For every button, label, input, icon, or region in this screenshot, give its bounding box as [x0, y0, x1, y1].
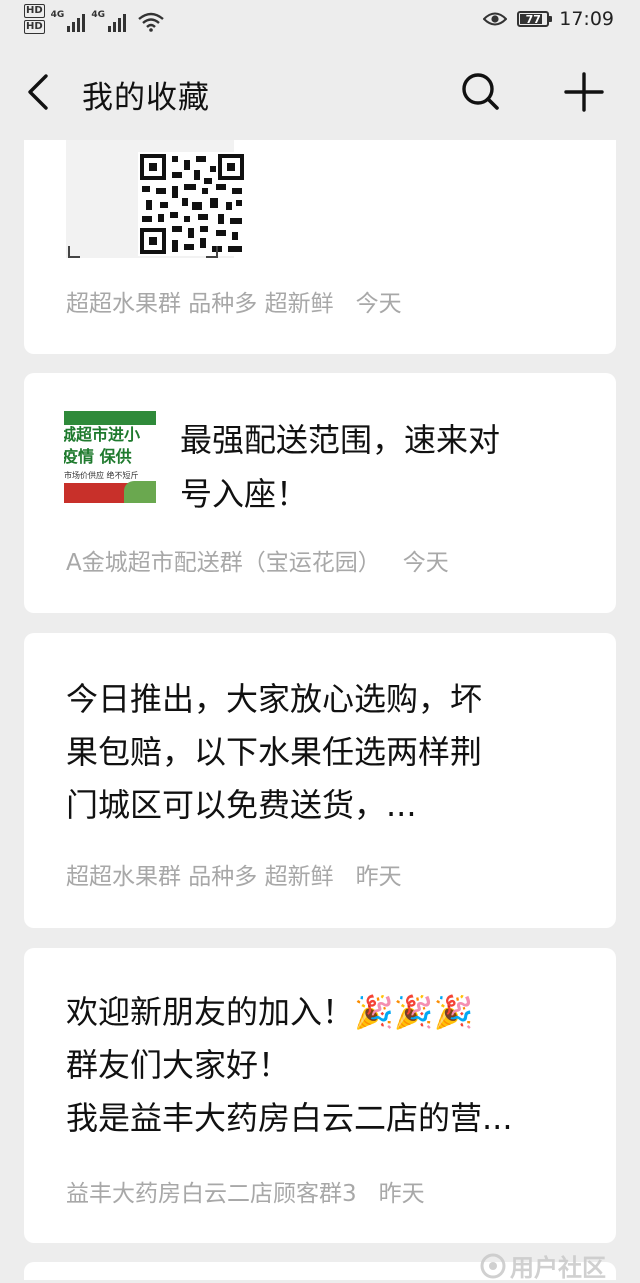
favorite-item-link[interactable]: 城超市进小 疫情 保供 市场价供应 绝不短斤 最强配送范围，速来对 号入座！ A…	[24, 373, 616, 613]
favorite-meta: 超超水果群 品种多 超新鲜 今天	[66, 284, 402, 318]
watermark-text: 用户社区	[510, 1254, 606, 1282]
search-button[interactable]	[456, 68, 504, 116]
search-icon	[462, 73, 499, 110]
favorite-text: 今日推出，大家放心选购，坏 果包赔，以下水果任选两样荆 门城区可以免费送货，..…	[66, 673, 596, 832]
eye-icon	[483, 12, 508, 26]
battery-level: 77	[525, 12, 541, 26]
source-label: 超超水果群 品种多 超新鲜	[66, 291, 334, 317]
watermark: 用户社区	[480, 1248, 606, 1283]
link-title: 最强配送范围，速来对 号入座！	[180, 413, 580, 521]
clock: 17:09	[559, 8, 614, 30]
battery-icon: 77	[517, 11, 553, 27]
wifi-icon	[138, 12, 164, 32]
qr-code-icon	[138, 152, 246, 256]
source-label: 超超水果群 品种多 超新鲜	[66, 864, 334, 890]
add-button[interactable]	[562, 70, 606, 114]
qr-frame-corner	[206, 246, 218, 258]
status-bar-left: HD HD 4G 4G	[24, 4, 164, 34]
page-title: 我的收藏	[82, 80, 210, 116]
source-label: 益丰大药房白云二店顾客群3	[66, 1181, 357, 1207]
link-title-line: 号入座！	[180, 475, 309, 513]
favorite-text: 欢迎新朋友的加入！🎉🎉🎉 群友们大家好！ 我是益丰大药房白云二店的营...	[66, 986, 596, 1145]
time-label: 昨天	[378, 1181, 425, 1207]
thumb-headline-2: 疫情 保供	[64, 447, 132, 466]
favorite-meta: 益丰大药房白云二店顾客群3 昨天	[66, 1174, 425, 1208]
favorite-item-image[interactable]: 超超水果群 品种多 超新鲜 今天	[24, 140, 616, 354]
thumb-headline-1: 城超市进小	[64, 425, 141, 444]
source-label: A金城超市配送群（宝运花园）	[66, 550, 381, 576]
text-line: 果包赔，以下水果任选两样荆	[66, 733, 483, 771]
hd-indicators: HD HD	[24, 4, 45, 34]
network-type-label: 4G	[50, 10, 65, 20]
favorite-meta: A金城超市配送群（宝运花园） 今天	[66, 543, 449, 577]
text-line: 门城区可以免费送货，...	[66, 786, 417, 824]
text-line: 今日推出，大家放心选购，坏	[66, 680, 483, 718]
nav-header: 我的收藏	[0, 44, 640, 140]
qr-image-thumbnail	[66, 140, 246, 258]
favorite-meta: 超超水果群 品种多 超新鲜 昨天	[66, 857, 402, 891]
status-bar-right: 77 17:09	[483, 8, 614, 30]
hd-badge-1: HD	[24, 4, 45, 18]
hd-badge-2: HD	[24, 20, 45, 34]
plus-icon	[564, 72, 604, 112]
favorite-item-text[interactable]: 今日推出，大家放心选购，坏 果包赔，以下水果任选两样荆 门城区可以免费送货，..…	[24, 633, 616, 928]
text-line: 欢迎新朋友的加入！🎉🎉🎉	[66, 993, 474, 1031]
signal-strength-icon: 4G	[51, 10, 86, 32]
time-label: 昨天	[355, 864, 402, 890]
back-arrow-icon	[28, 74, 48, 110]
time-label: 今天	[402, 550, 449, 576]
qr-frame-corner	[68, 246, 80, 258]
text-line: 群友们大家好！	[66, 1046, 291, 1084]
link-title-line: 最强配送范围，速来对	[180, 421, 501, 459]
network-type-label-2: 4G	[91, 10, 105, 20]
status-bar: HD HD 4G 4G 77 17:09	[0, 0, 640, 44]
link-thumbnail: 城超市进小 疫情 保供 市场价供应 绝不短斤	[64, 411, 156, 503]
watermark-logo-icon	[480, 1253, 506, 1278]
signal-strength-icon-2: 4G	[91, 10, 126, 32]
back-button[interactable]	[20, 70, 60, 114]
text-line: 我是益丰大药房白云二店的营...	[66, 1099, 513, 1137]
favorite-item-text[interactable]: 欢迎新朋友的加入！🎉🎉🎉 群友们大家好！ 我是益丰大药房白云二店的营... 益丰…	[24, 948, 616, 1243]
time-label: 今天	[355, 291, 402, 317]
